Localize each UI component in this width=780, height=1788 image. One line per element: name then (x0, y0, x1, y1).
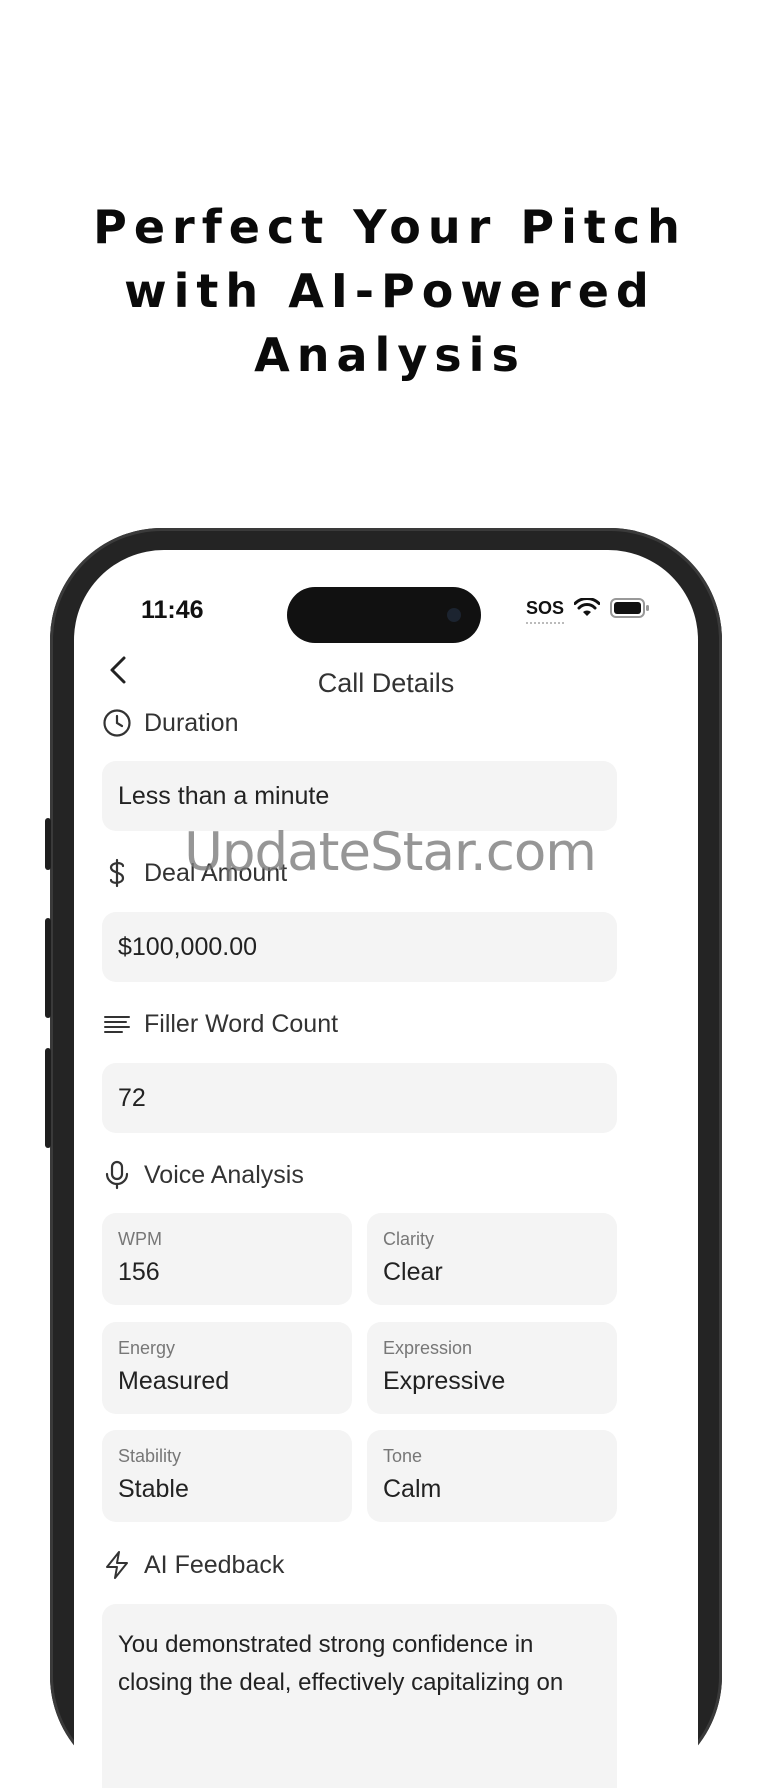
metric-value: Calm (383, 1475, 442, 1503)
metric-key: Expression (383, 1338, 473, 1358)
clock-icon (103, 709, 131, 737)
watermark: UpdateStar.com (184, 822, 597, 883)
battery-icon (610, 598, 650, 618)
deal-amount-field: $100,000.00 (102, 912, 617, 982)
metric-value: 156 (118, 1258, 160, 1286)
headline: Perfect Your Pitch with AI-Powered Analy… (0, 195, 780, 387)
metric-expression: Expression Expressive (367, 1322, 617, 1414)
metric-value: Expressive (383, 1367, 506, 1395)
filler-count-field: 72 (102, 1063, 617, 1133)
metric-energy: Energy Measured (102, 1322, 352, 1414)
sos-indicator: SOS (526, 597, 565, 624)
ai-feedback-label: AI Feedback (144, 1550, 285, 1579)
voice-label-row: Voice Analysis (102, 1160, 304, 1190)
wifi-icon (574, 598, 601, 616)
metric-stability: Stability Stable (102, 1430, 352, 1522)
dynamic-island (287, 587, 481, 643)
volume-down-button (45, 1048, 51, 1148)
metric-tone: Tone Calm (367, 1430, 617, 1522)
bolt-icon (106, 1551, 128, 1579)
phone-frame: 11:46 SOS Call Details Duration Less tha… (45, 528, 722, 1788)
ai-feedback-label-row: AI Feedback (102, 1550, 284, 1580)
duration-field: Less than a minute (102, 761, 617, 831)
metric-key: Stability (118, 1446, 182, 1466)
headline-line-1: Perfect Your Pitch (93, 200, 687, 254)
metric-wpm: WPM 156 (102, 1213, 352, 1305)
metric-value: Measured (118, 1367, 230, 1395)
lines-icon (104, 1016, 130, 1033)
metric-key: WPM (118, 1229, 162, 1249)
status-icons: SOS (526, 594, 650, 624)
metric-key: Tone (383, 1446, 423, 1466)
ai-feedback-text: You demonstrated strong confidence in cl… (102, 1604, 617, 1788)
phone-screen: 11:46 SOS Call Details Duration Less tha… (74, 550, 698, 1788)
duration-label: Duration (144, 708, 239, 737)
metric-key: Energy (118, 1338, 176, 1358)
status-time: 11:46 (141, 596, 204, 624)
headline-line-2: with AI-Powered (124, 264, 656, 318)
microphone-icon (105, 1160, 129, 1190)
metric-clarity: Clarity Clear (367, 1213, 617, 1305)
duration-label-row: Duration (102, 708, 239, 738)
headline-line-3: Analysis (254, 328, 526, 382)
filler-label-row: Filler Word Count (102, 1009, 338, 1039)
volume-up-button (45, 918, 51, 1018)
metric-value: Clear (383, 1258, 443, 1286)
page-title: Call Details (317, 668, 455, 698)
metric-value: Stable (118, 1475, 189, 1503)
metric-key: Clarity (383, 1229, 435, 1249)
voice-label: Voice Analysis (144, 1160, 304, 1189)
filler-label: Filler Word Count (144, 1009, 339, 1038)
